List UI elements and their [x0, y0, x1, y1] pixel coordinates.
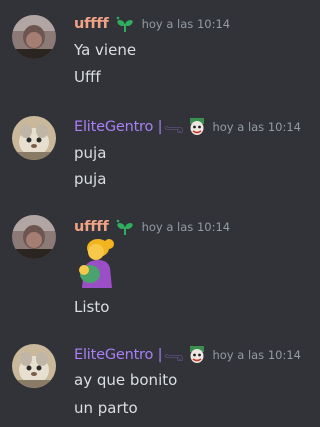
message-header: EliteGentro | 𓂸 hoy a las 10:14 — [74, 345, 301, 365]
message-text: ay que bonito — [74, 371, 178, 389]
message-text: un parto — [74, 399, 138, 417]
timestamp[interactable]: hoy a las 10:14 — [212, 348, 301, 362]
username[interactable]: EliteGentro | — [74, 347, 162, 363]
message-group: EliteGentro | 𓂸 hoy a las 10:14 ay que b… — [0, 0, 316, 427]
username-glyph: 𓂸 — [164, 349, 184, 365]
joker-icon[interactable] — [188, 346, 206, 364]
avatar[interactable] — [12, 344, 56, 388]
